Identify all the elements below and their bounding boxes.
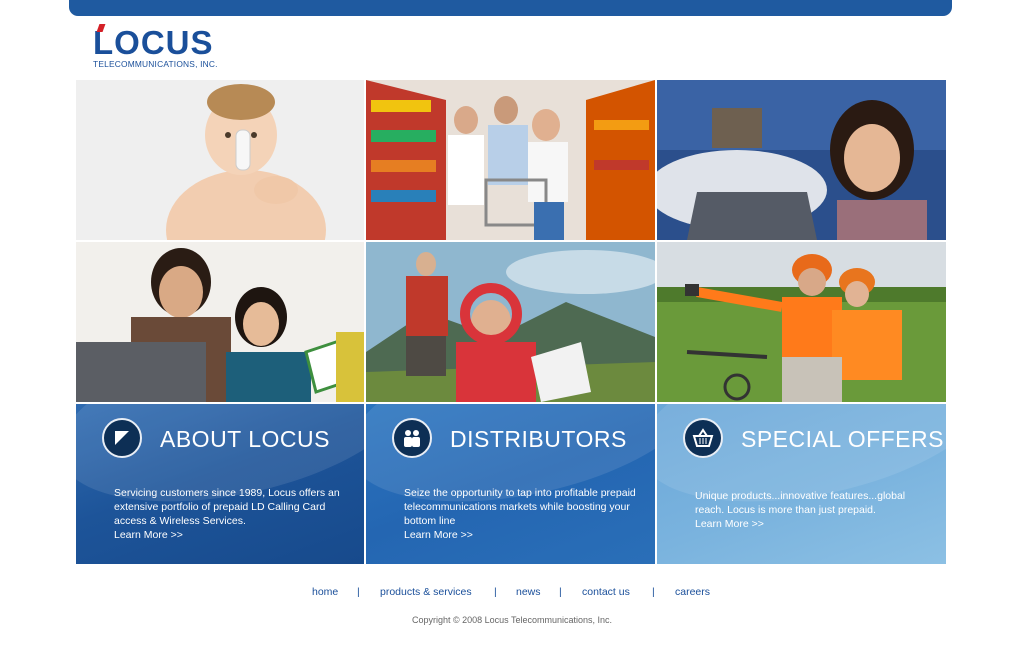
panel-title: DISTRIBUTORS xyxy=(450,426,627,452)
learn-more-link[interactable]: Learn More >> xyxy=(114,528,354,542)
learn-more-link[interactable]: Learn More >> xyxy=(695,517,935,531)
people-icon xyxy=(392,418,432,458)
photo-woman-laptop xyxy=(657,80,946,240)
photo-family-grocery xyxy=(366,80,655,240)
nav-separator: | xyxy=(559,586,562,598)
nav-contact-us[interactable]: contact us xyxy=(582,586,630,598)
locus-logo[interactable]: LOCUS TELECOMMUNICATIONS, INC. xyxy=(93,24,233,70)
distributors-panel[interactable]: DISTRIBUTORS Seize the opportunity to ta… xyxy=(366,404,655,564)
copyright-text: Copyright © 2008 Locus Telecommunication… xyxy=(411,615,613,625)
photo-child-phone xyxy=(76,80,364,240)
nav-products-services[interactable]: products & services xyxy=(380,586,472,598)
logo-subtitle: TELECOMMUNICATIONS, INC. xyxy=(93,59,218,69)
panel-description: Servicing customers since 1989, Locus of… xyxy=(114,487,340,527)
panel-title: ABOUT LOCUS xyxy=(160,426,330,452)
nav-careers[interactable]: careers xyxy=(675,586,710,598)
photo-cyclists-field xyxy=(657,242,946,402)
photo-couple-laptop-book xyxy=(76,242,364,402)
panel-text: Servicing customers since 1989, Locus of… xyxy=(114,486,354,542)
panel-text: Unique products...innovative features...… xyxy=(695,489,935,531)
nav-separator: | xyxy=(494,586,497,598)
panel-title: SPECIAL OFFERS xyxy=(741,426,944,452)
panel-description: Unique products...innovative features...… xyxy=(695,490,906,516)
logo-wordmark: LOCUS xyxy=(93,24,214,61)
top-bar xyxy=(69,0,952,16)
arrow-corner-icon xyxy=(102,418,142,458)
nav-separator: | xyxy=(357,586,360,598)
panel-description: Seize the opportunity to tap into profit… xyxy=(404,487,636,527)
footer-nav: home | products & services | news | cont… xyxy=(0,586,1024,600)
nav-news[interactable]: news xyxy=(516,586,541,598)
nav-home[interactable]: home xyxy=(312,586,338,598)
nav-separator: | xyxy=(652,586,655,598)
special-offers-panel[interactable]: SPECIAL OFFERS Unique products...innovat… xyxy=(657,404,946,564)
photo-grid: ABOUT LOCUS Servicing customers since 19… xyxy=(76,80,946,564)
about-locus-panel[interactable]: ABOUT LOCUS Servicing customers since 19… xyxy=(76,404,364,564)
learn-more-link[interactable]: Learn More >> xyxy=(404,528,644,542)
photo-hikers-mountains xyxy=(366,242,655,402)
panel-text: Seize the opportunity to tap into profit… xyxy=(404,486,644,542)
basket-icon xyxy=(683,418,723,458)
